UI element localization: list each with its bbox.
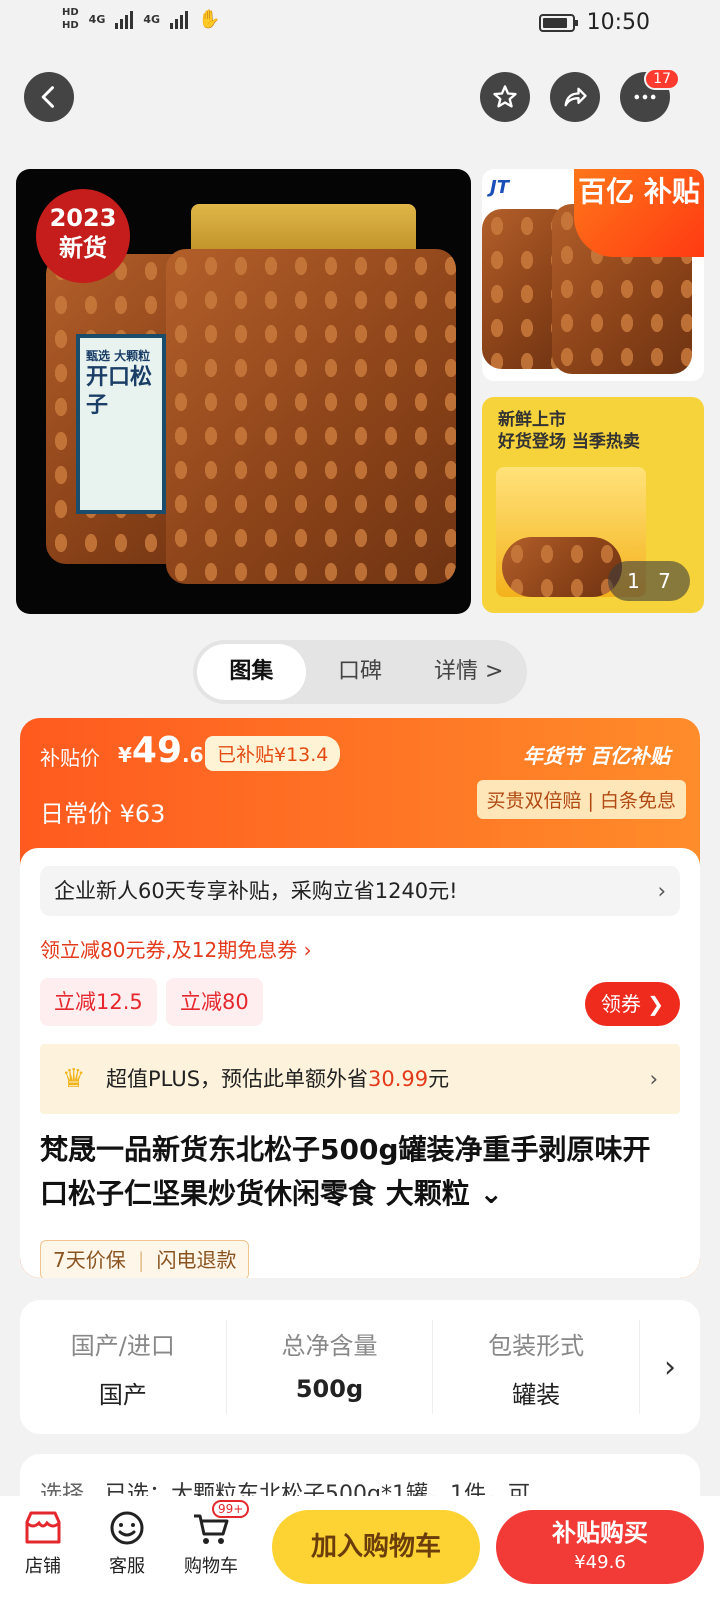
bottom-action-bar: 店铺 客服 99+ 购物车 加入购物车 补贴购买 ¥49.6 — [0, 1496, 720, 1600]
guarantee-price-protect: 7天价保 — [53, 1248, 126, 1272]
buy-now-label: 补贴购买 — [552, 1519, 648, 1547]
spec-card[interactable]: 国产/进口 国产 总净含量 500g 包装形式 罐装 › — [20, 1300, 700, 1434]
thumb2-line2: 好货登场 当季热卖 — [498, 432, 640, 452]
network-label-1: 4G — [88, 12, 106, 26]
back-button[interactable] — [24, 72, 74, 122]
jar-label: 甄选 大颗粒 开口松子 — [76, 334, 166, 514]
price-card: 补贴价 ¥49.6 已补贴¥13.4 日常价 ¥63 年货节 百亿补贴 买贵双倍… — [20, 718, 700, 1278]
spec-value: 罐装 — [512, 1381, 561, 1409]
add-to-cart-button[interactable]: 加入购物车 — [272, 1510, 480, 1584]
crown-icon: ♛ — [62, 1064, 86, 1094]
buy-now-price: ¥49.6 — [574, 1552, 626, 1573]
spec-key: 总净含量 — [281, 1332, 378, 1360]
cart-button[interactable]: 99+ 购物车 — [176, 1500, 250, 1578]
status-right: 10:50 — [538, 10, 650, 35]
brand-logo: JT — [490, 177, 509, 198]
nfc-icon: ✋ — [198, 8, 221, 30]
store-icon — [25, 1511, 61, 1544]
service-label: 客服 — [109, 1556, 145, 1577]
subsidy-price-label: 补贴价 — [40, 746, 100, 770]
currency-symbol: ¥ — [118, 743, 132, 767]
share-icon — [564, 87, 587, 107]
buy-now-button[interactable]: 补贴购买 ¥49.6 — [496, 1510, 704, 1584]
store-button[interactable]: 店铺 — [8, 1504, 78, 1578]
back-arrow-icon — [41, 86, 54, 108]
enterprise-subsidy-banner[interactable]: 企业新人60天专享补贴，采购立省1240元! › — [40, 866, 680, 916]
customer-service-icon — [110, 1511, 144, 1545]
section-tabs: 图集 口碑 详情 > — [193, 640, 527, 704]
discount-pill-2: 立减80 — [166, 978, 263, 1026]
plus-suffix: 元 — [428, 1067, 450, 1091]
chevron-circle-icon: ❯ — [647, 992, 664, 1016]
signal-icon-2 — [170, 9, 189, 29]
spec-origin: 国产/进口 国产 — [20, 1320, 227, 1414]
plus-amount: 30.99 — [368, 1067, 429, 1091]
thumbnail-1[interactable]: JT 百亿 补贴 — [482, 169, 704, 381]
subsidy-badge: 百亿 补贴 — [574, 169, 704, 257]
image-gallery[interactable]: 2023 新货 甄选 大颗粒 开口松子 JT 百亿 补贴 新鲜上市 好货登场 当… — [0, 160, 720, 623]
spec-key: 国产/进口 — [70, 1332, 175, 1360]
price-header: 补贴价 ¥49.6 已补贴¥13.4 日常价 ¥63 年货节 百亿补贴 买贵双倍… — [20, 718, 700, 848]
tab-reviews[interactable]: 口碑 — [306, 644, 415, 700]
spec-package: 包装形式 罐装 — [433, 1320, 641, 1414]
spec-value: 国产 — [98, 1381, 147, 1409]
main-product-image[interactable]: 2023 新货 甄选 大颗粒 开口松子 — [16, 169, 471, 614]
coupon-link[interactable]: 领立减80元券,及12期免息券 › — [40, 934, 312, 963]
enterprise-text: 企业新人60天专享补贴，采购立省1240元! — [54, 879, 458, 903]
daily-price: 日常价 ¥63 — [40, 800, 166, 828]
star-icon — [493, 85, 517, 108]
spec-key: 包装形式 — [488, 1332, 585, 1360]
status-left: HD HD 4G 4G ✋ — [62, 6, 220, 32]
discount-pill-1: 立减12.5 — [40, 978, 157, 1026]
more-button[interactable]: 17 — [620, 68, 680, 122]
jar-label-small: 甄选 大颗粒 — [86, 349, 151, 363]
counter-total: 7 — [658, 569, 671, 593]
chevron-right-icon: › — [649, 1067, 658, 1091]
product-title[interactable]: 梵晟一品新货东北松子500g罐装净重手剥原味开口松子仁坚果炒货休闲零食 大颗粒 … — [40, 1128, 670, 1216]
signal-icon-1 — [115, 9, 134, 29]
get-coupon-button[interactable]: 领券 ❯ — [584, 982, 680, 1026]
status-bar: HD HD 4G 4G ✋ 10:50 — [0, 0, 720, 50]
hd-icon-1: HD — [62, 7, 79, 18]
notification-badge: 17 — [644, 68, 680, 90]
favorite-button[interactable] — [480, 72, 530, 122]
plus-prefix: 超值PLUS，预估此单额外省 — [106, 1067, 369, 1091]
spec-value: 500g — [295, 1375, 364, 1403]
price-int: 49 — [131, 730, 183, 771]
hd-indicators: HD HD — [62, 6, 79, 32]
clock: 10:50 — [586, 10, 650, 35]
guarantee-refund: 闪电退款 — [156, 1248, 237, 1272]
guarantee-tags[interactable]: 买贵双倍赔 | 白条免息 — [476, 780, 686, 819]
cart-count-badge: 99+ — [212, 1500, 250, 1518]
new-goods-tag: 2023 新货 — [36, 189, 130, 283]
store-label: 店铺 — [25, 1556, 61, 1577]
thumbnail-2[interactable]: 新鲜上市 好货登场 当季热卖 1 7 — [482, 397, 704, 613]
subsidized-amount: 已补贴¥13.4 — [205, 736, 341, 771]
subsidy-price: ¥49.6 — [118, 730, 204, 771]
service-button[interactable]: 客服 — [92, 1504, 162, 1578]
chevron-right-icon: › — [657, 879, 666, 903]
divider: | — [137, 1248, 145, 1272]
jar-front — [166, 249, 456, 584]
cart-label: 购物车 — [184, 1556, 238, 1577]
network-label-2: 4G — [143, 12, 161, 26]
plus-banner[interactable]: ♛ 超值PLUS，预估此单额外省30.99元 › — [40, 1044, 680, 1114]
promo-body: 企业新人60天专享补贴，采购立省1240元! › 领立减80元券,及12期免息券… — [20, 848, 700, 1278]
thumb2-seeds — [502, 537, 622, 597]
tab-gallery[interactable]: 图集 — [197, 644, 306, 700]
share-button[interactable] — [550, 72, 600, 122]
jar-label-title: 开口松子 — [86, 365, 153, 418]
service-guarantees[interactable]: 7天价保 | 闪电退款 — [40, 1240, 250, 1278]
get-coupon-label: 领券 — [600, 992, 641, 1016]
gallery-counter: 1 7 — [608, 561, 690, 601]
chevron-right-icon[interactable]: › — [640, 1300, 700, 1434]
tab-details[interactable]: 详情 > — [414, 644, 523, 700]
hd-icon-2: HD — [62, 20, 79, 31]
counter-current: 1 — [627, 569, 640, 593]
battery-icon — [538, 13, 578, 32]
price-dec: .6 — [182, 743, 204, 767]
program-badge[interactable]: 年货节 百亿补贴 — [523, 740, 670, 769]
spec-weight: 总净含量 500g — [227, 1320, 434, 1414]
